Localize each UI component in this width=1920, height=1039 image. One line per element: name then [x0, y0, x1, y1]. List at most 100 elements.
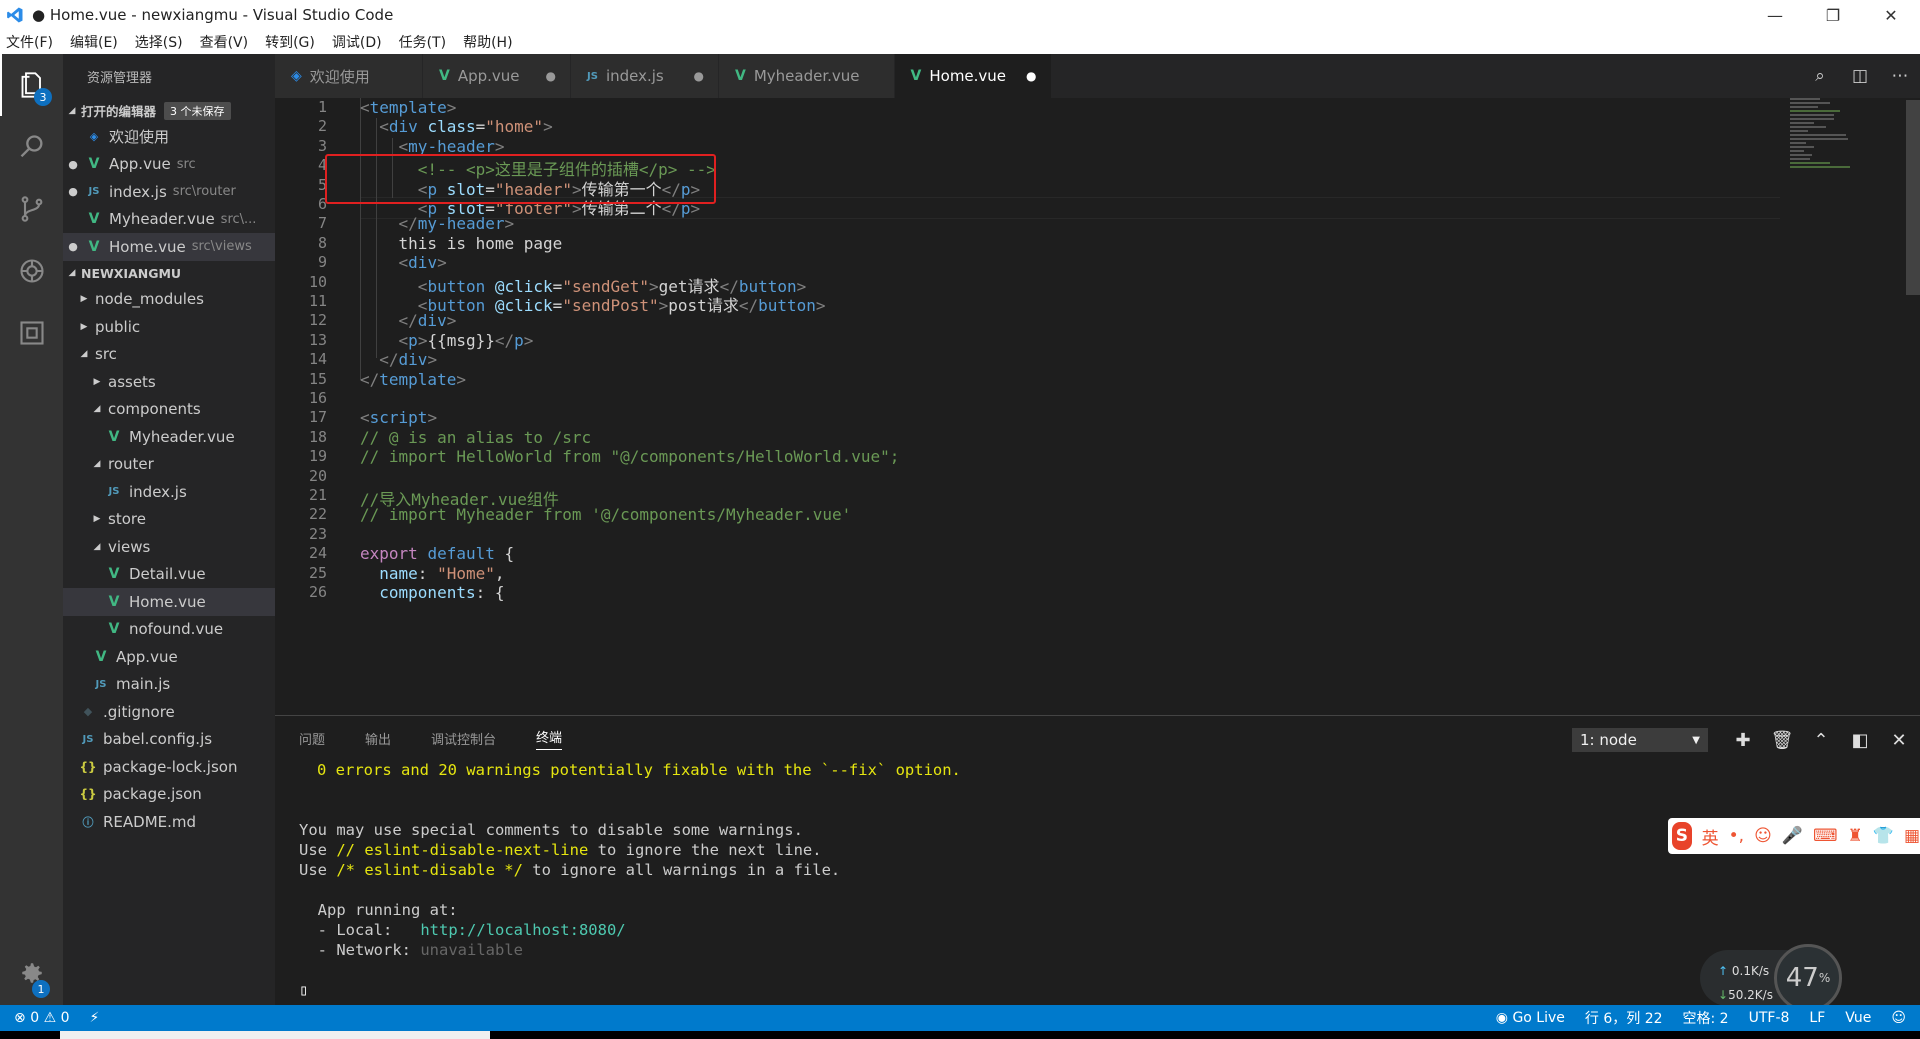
grid-icon[interactable]: ▦ [1904, 826, 1920, 846]
unsaved-dot-icon[interactable]: ● [63, 185, 83, 198]
unsaved-badge: 3 个未保存 [164, 101, 231, 120]
file-item[interactable]: ⓘ README.md [63, 808, 275, 836]
terminal-output[interactable]: 0 errors and 20 warnings potentially fix… [299, 760, 961, 1000]
unsaved-dot-icon[interactable]: ● [674, 69, 704, 83]
panel-layout-icon[interactable]: ◧ [1846, 728, 1874, 752]
menu-help[interactable]: 帮助(H) [463, 32, 512, 52]
open-editor-item[interactable]: ● V App.vue src [63, 151, 275, 179]
keyboard-icon[interactable]: ⌨ [1813, 826, 1838, 846]
folder-item[interactable]: ◢ views [63, 533, 275, 561]
file-item[interactable]: ◆ .gitignore [63, 698, 275, 726]
microphone-icon[interactable]: 🎤 [1782, 826, 1803, 846]
open-editor-item[interactable]: V Myheader.vue src\... [63, 206, 275, 234]
menu-selection[interactable]: 选择(S) [135, 32, 183, 52]
tab-index-js[interactable]: JS index.js ● [571, 54, 719, 98]
file-item[interactable]: V Detail.vue [63, 561, 275, 589]
folder-item[interactable]: ◢ router [63, 451, 275, 479]
file-item[interactable]: JS babel.config.js [63, 726, 275, 754]
cursor-position[interactable]: 行 6，列 22 [1585, 1008, 1663, 1028]
close-panel-icon[interactable]: ✕ [1885, 728, 1913, 752]
file-item[interactable]: V Home.vue [63, 588, 275, 616]
tools-icon[interactable]: ♜ [1848, 826, 1863, 846]
explorer-icon[interactable]: 3 [0, 54, 63, 116]
source-control-icon[interactable] [0, 178, 63, 240]
file-item[interactable]: JS main.js [63, 671, 275, 699]
debug-icon[interactable] [0, 240, 63, 302]
tab-home-vue[interactable]: V Home.vue ● [894, 54, 1052, 98]
unsaved-dot-icon[interactable]: ● [63, 158, 83, 171]
folder-item[interactable]: ◢ src [63, 341, 275, 369]
open-editor-item[interactable]: ◈ 欢迎使用 [63, 123, 275, 151]
menu-tasks[interactable]: 任务(T) [399, 32, 446, 52]
editor-scrollbar[interactable] [1906, 98, 1920, 715]
menu-goto[interactable]: 转到(G) [265, 32, 315, 52]
line-number: 26 [308, 583, 327, 601]
language-mode[interactable]: Vue [1845, 1010, 1871, 1026]
skin-icon[interactable]: 👕 [1873, 826, 1894, 846]
trash-icon[interactable]: 🗑 [1768, 728, 1796, 752]
local-url-link[interactable]: http://localhost:8080/ [420, 921, 625, 939]
folder-item[interactable]: ◢ components [63, 396, 275, 424]
tab-problems[interactable]: 问题 [299, 729, 325, 748]
unsaved-dot-icon[interactable]: ● [1006, 69, 1036, 83]
ime-toolbar[interactable]: S 英 •, ☺ 🎤 ⌨ ♜ 👕 ▦ [1668, 818, 1920, 854]
project-section[interactable]: ◢ NEWXIANGMU [63, 261, 275, 286]
unsaved-dot-icon[interactable]: ● [63, 240, 83, 253]
emoji-icon[interactable]: ☺ [1754, 826, 1772, 846]
lightning-icon[interactable]: ⚡ [90, 1010, 100, 1026]
status-bar: ⊗ 0 ⚠ 0 ⚡ ◉ Go Live 行 6，列 22 空格: 2 UTF-8… [0, 1005, 1920, 1031]
tab-debug-console[interactable]: 调试控制台 [431, 729, 496, 748]
tab-terminal[interactable]: 终端 [536, 727, 563, 750]
tab-myheader-vue[interactable]: V Myheader.vue [719, 54, 895, 98]
tab-output[interactable]: 输出 [365, 729, 391, 748]
new-terminal-icon[interactable]: ✚ [1729, 728, 1757, 752]
menu-file[interactable]: 文件(F) [6, 32, 53, 52]
ime-mode[interactable]: 英 [1702, 824, 1719, 849]
open-editors-section[interactable]: ◢ 打开的编辑器 3 个未保存 [63, 98, 275, 123]
restore-icon[interactable]: ❐ [1804, 0, 1862, 30]
more-actions-icon[interactable]: ⋯ [1880, 66, 1920, 86]
file-item[interactable]: Vnofound.vue [63, 616, 275, 644]
go-live-button[interactable]: ◉ Go Live [1496, 1010, 1565, 1026]
menu-view[interactable]: 查看(V) [200, 32, 249, 52]
encoding[interactable]: UTF-8 [1749, 1010, 1790, 1026]
tree-label: babel.config.js [103, 730, 213, 749]
tab--[interactable]: ◈ 欢迎使用 [275, 54, 423, 98]
folder-item[interactable]: ▶ store [63, 506, 275, 534]
file-item[interactable]: {} package.json [63, 781, 275, 809]
open-editor-item[interactable]: ● JS index.js src\router [63, 178, 275, 206]
tab-app-vue[interactable]: V App.vue ● [423, 54, 571, 98]
file-item[interactable]: JS index.js [63, 478, 275, 506]
search-icon[interactable] [0, 116, 63, 178]
smiley-feedback-icon[interactable]: ☺ [1891, 1010, 1906, 1026]
unsaved-dot-icon[interactable]: ● [526, 69, 556, 83]
file-item[interactable]: {} package-lock.json [63, 753, 275, 781]
folder-item[interactable]: ▶ assets [63, 368, 275, 396]
folder-item[interactable]: ▶ public [63, 313, 275, 341]
network-speed-widget[interactable]: ↑ 0.1K/s ↓50.2K/s 47% [1700, 944, 1842, 1012]
punctuation-icon[interactable]: •, [1729, 826, 1744, 846]
tab-label: App.vue [457, 67, 520, 85]
problems-status[interactable]: ⊗ 0 ⚠ 0 [14, 1010, 70, 1026]
code-line: </div> [360, 350, 437, 369]
minimap[interactable] [1790, 98, 1856, 218]
extensions-icon[interactable] [0, 302, 63, 364]
open-editor-item[interactable]: ● V Home.vue src\views [63, 233, 275, 261]
split-editor-icon[interactable]: ◫ [1840, 66, 1880, 86]
settings-gear-icon[interactable]: 1 [0, 942, 63, 1004]
close-window-icon[interactable]: ✕ [1862, 0, 1920, 30]
indentation[interactable]: 空格: 2 [1683, 1008, 1729, 1028]
terminal-select[interactable]: 1: node ▼ [1572, 728, 1708, 752]
error-count: 0 [30, 1010, 40, 1026]
menu-edit[interactable]: 编辑(E) [70, 32, 118, 52]
folder-item[interactable]: ▶ node_modules [63, 286, 275, 314]
file-item[interactable]: V Myheader.vue [63, 423, 275, 451]
open-changes-icon[interactable]: ⌕ [1800, 66, 1840, 86]
eol[interactable]: LF [1809, 1010, 1825, 1026]
maximize-panel-icon[interactable]: ⌃ [1807, 728, 1835, 752]
file-item[interactable]: V App.vue [63, 643, 275, 671]
code-editor[interactable]: 1 <template> 2 <div class="home"> 3 <my-hea… [275, 98, 1920, 715]
menu-debug[interactable]: 调试(D) [332, 32, 382, 52]
minimize-icon[interactable]: — [1746, 0, 1804, 30]
vscode-icon: ◈ [89, 130, 99, 144]
